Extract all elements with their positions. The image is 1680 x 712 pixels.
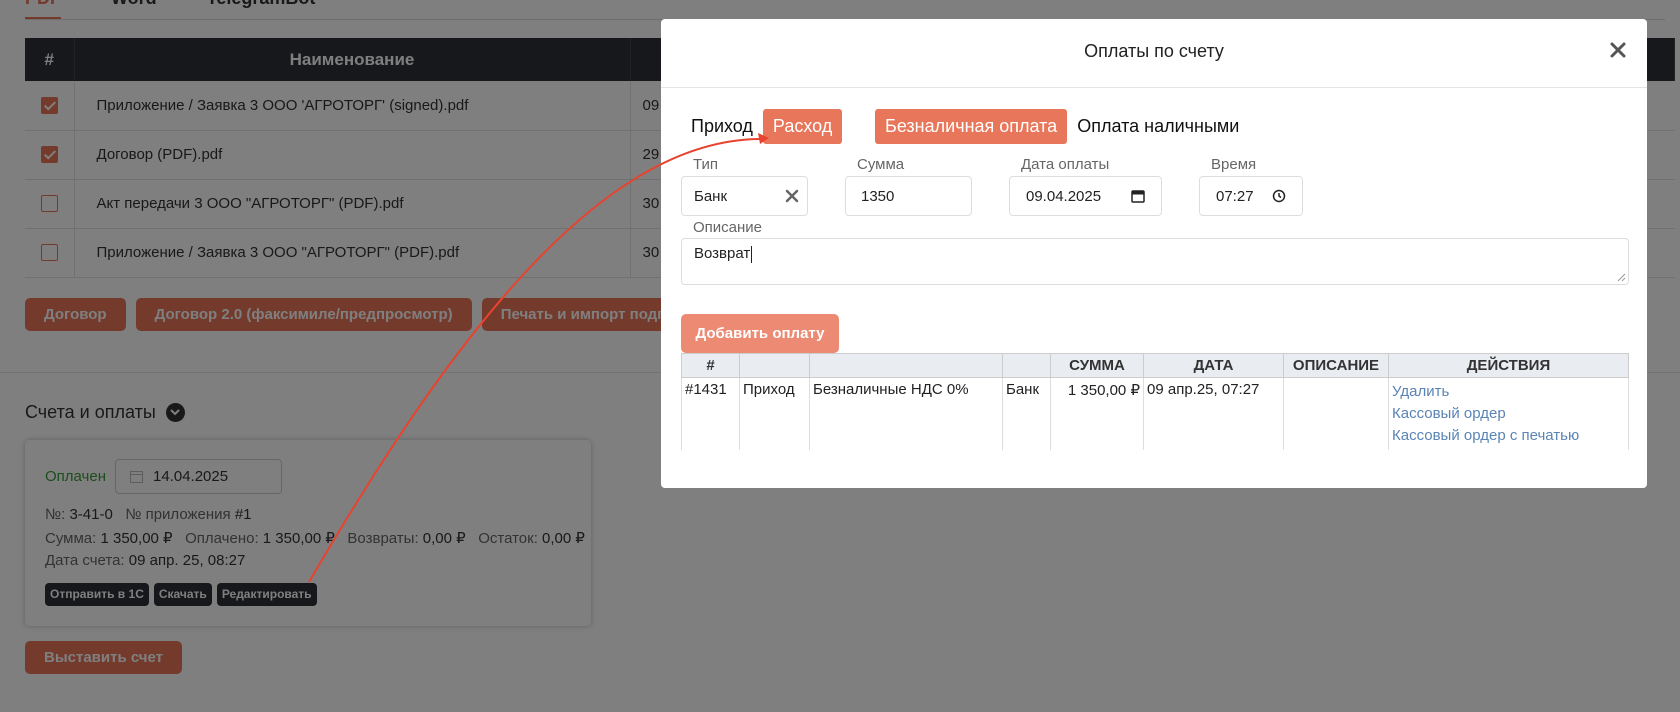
- income-option[interactable]: Приход: [681, 109, 763, 144]
- sum-label: Сумма: [857, 156, 905, 173]
- sum-value: 1350: [861, 187, 895, 205]
- payment-method-toggle: Безналичная оплата Оплата наличными: [875, 109, 1249, 144]
- text-caret: [751, 245, 753, 263]
- time-input[interactable]: 07:27: [1199, 176, 1303, 216]
- col-header-sum: СУММА: [1050, 353, 1144, 378]
- cash-order-stamp-link[interactable]: Кассовый ордер с печатью: [1392, 425, 1625, 447]
- col-header-type: [1002, 353, 1051, 378]
- sum-input[interactable]: 1350: [845, 176, 972, 216]
- payment-date-input[interactable]: 09.04.2025: [1009, 176, 1162, 216]
- type-value: Банк: [694, 187, 728, 205]
- payment-direction: Приход: [739, 377, 810, 450]
- time-label: Время: [1211, 156, 1257, 173]
- add-payment-button[interactable]: Добавить оплату: [681, 314, 839, 353]
- col-header-actions: ДЕЙСТВИЯ: [1388, 353, 1629, 378]
- type-label: Тип: [693, 156, 719, 173]
- payment-date-label: Дата оплаты: [1021, 156, 1110, 173]
- modal-header: Оплаты по счету: [661, 19, 1647, 88]
- payment-method: Безналичные НДС 0%: [809, 377, 1003, 450]
- time-value: 07:27: [1216, 187, 1254, 205]
- description-value: Возврат: [694, 245, 751, 262]
- description-label: Описание: [693, 219, 763, 236]
- modal-title: Оплаты по счету: [1084, 41, 1224, 61]
- close-icon[interactable]: [1607, 39, 1629, 61]
- col-header-direction: [739, 353, 810, 378]
- col-header-method: [809, 353, 1003, 378]
- payment-id: #1431: [681, 377, 740, 450]
- payment-actions: Удалить Кассовый ордер Кассовый ордер с …: [1388, 377, 1629, 450]
- clear-icon[interactable]: [785, 189, 799, 203]
- cash-option[interactable]: Оплата наличными: [1067, 109, 1249, 144]
- type-select[interactable]: Банк: [681, 176, 808, 216]
- delete-link[interactable]: Удалить: [1392, 381, 1625, 403]
- resize-handle-icon[interactable]: [1616, 272, 1626, 282]
- cashless-option[interactable]: Безналичная оплата: [875, 109, 1068, 144]
- payments-table: # СУММА ДАТА ОПИСАНИЕ ДЕЙСТВИЯ #1431 При…: [681, 353, 1629, 450]
- table-row: #1431 Приход Безналичные НДС 0% Банк 1 3…: [681, 377, 1629, 450]
- col-header-id: #: [681, 353, 740, 378]
- direction-toggle: Приход Расход: [681, 109, 843, 144]
- expense-option[interactable]: Расход: [762, 109, 843, 144]
- payment-type: Банк: [1002, 377, 1051, 450]
- payment-date-value: 09.04.2025: [1026, 187, 1102, 205]
- cash-order-link[interactable]: Кассовый ордер: [1392, 403, 1625, 425]
- clock-icon[interactable]: [1272, 189, 1286, 203]
- col-header-date: ДАТА: [1143, 353, 1284, 378]
- payment-date: 09 апр.25, 07:27: [1143, 377, 1284, 450]
- description-textarea[interactable]: Возврат: [681, 238, 1629, 285]
- payments-modal: Оплаты по счету Приход Расход Безналична…: [661, 19, 1647, 488]
- payment-sum: 1 350,00 ₽: [1050, 377, 1144, 450]
- calendar-icon[interactable]: [1131, 189, 1145, 203]
- col-header-description: ОПИСАНИЕ: [1283, 353, 1389, 378]
- payment-description: [1283, 377, 1389, 450]
